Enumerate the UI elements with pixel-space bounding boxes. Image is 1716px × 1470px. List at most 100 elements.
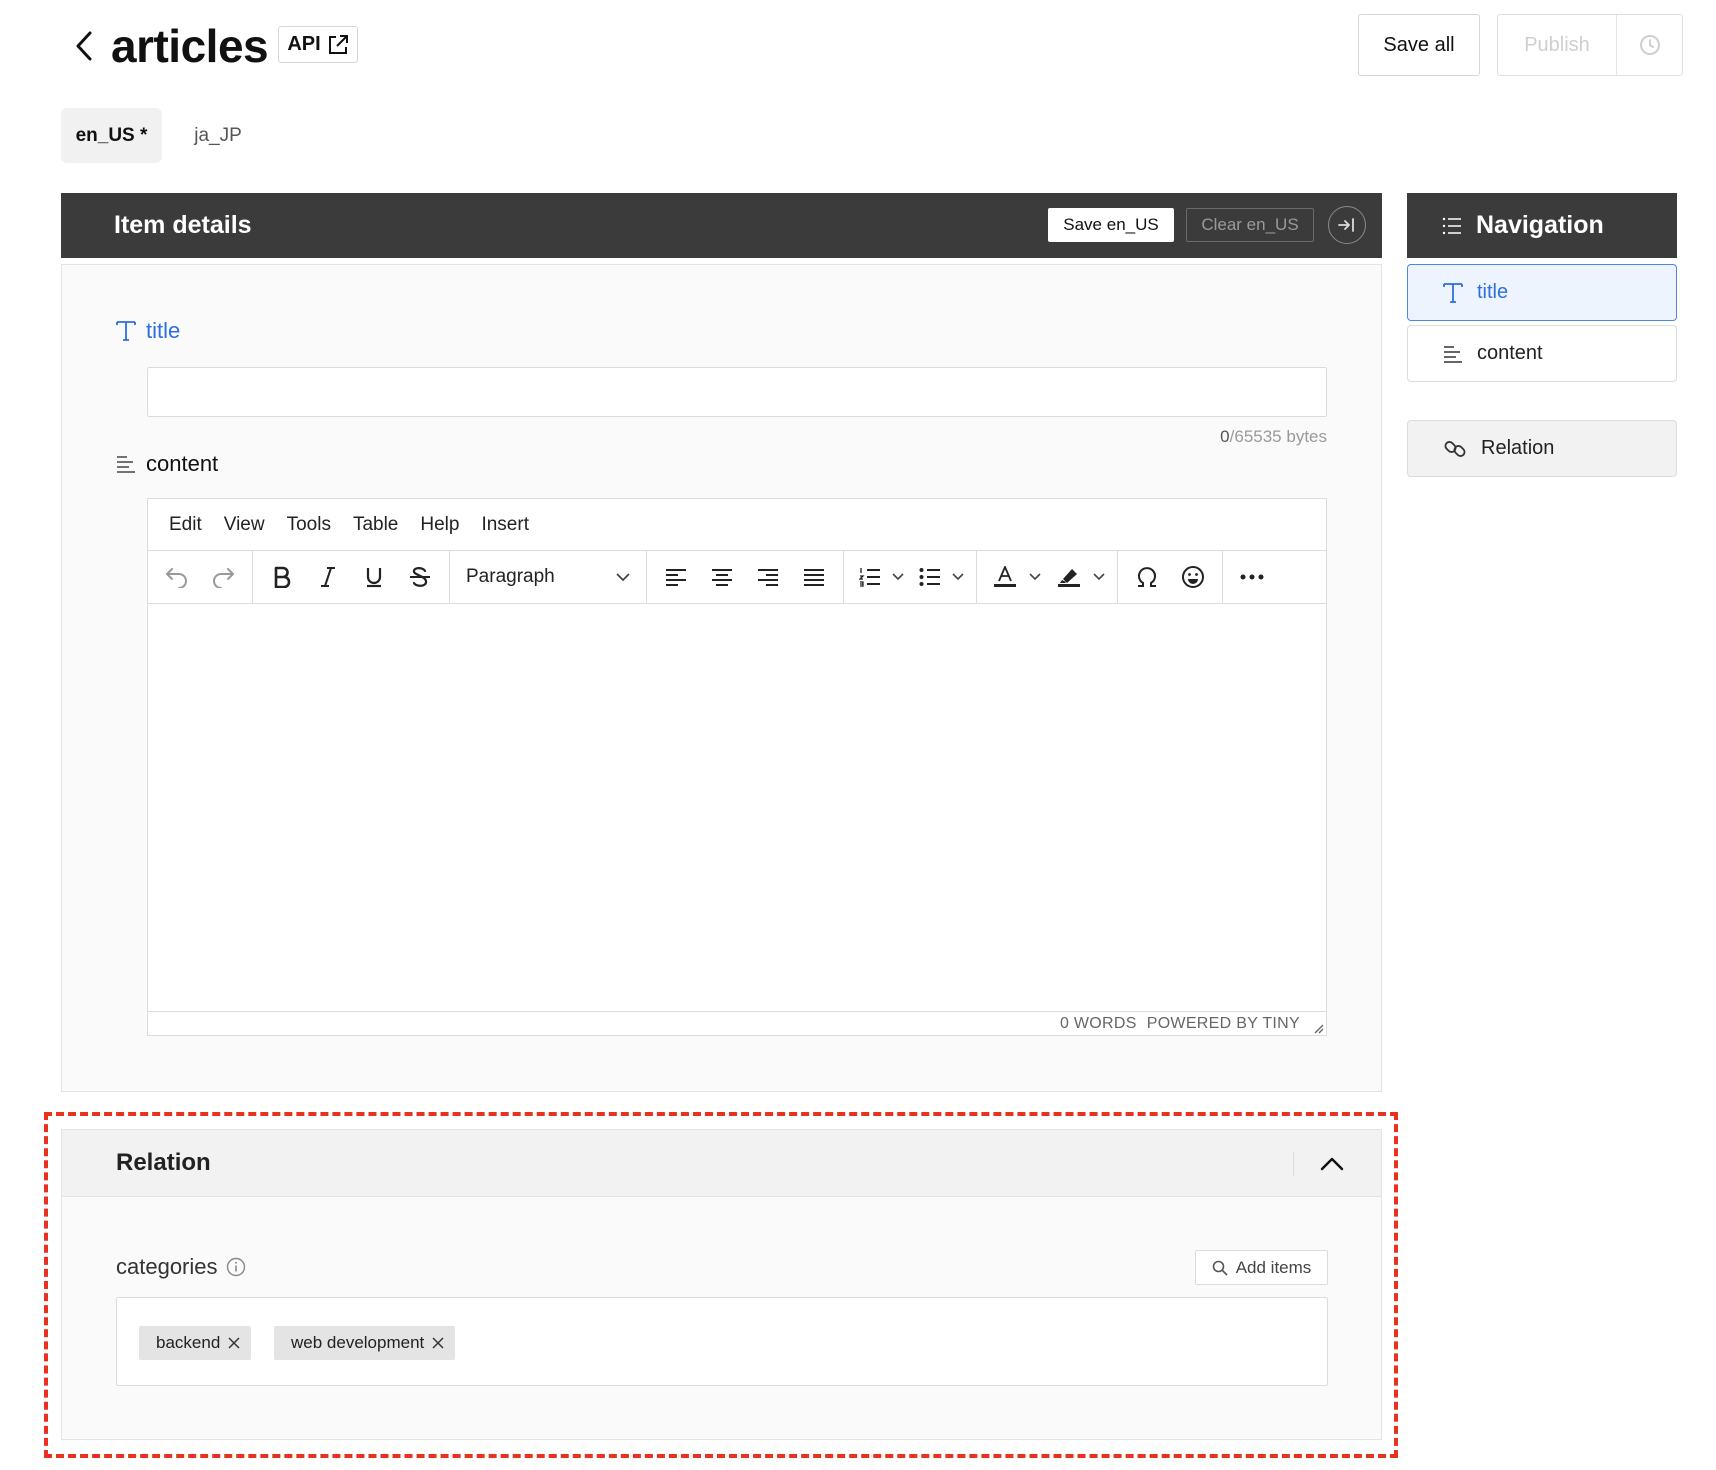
bold-icon — [274, 566, 291, 588]
omega-icon — [1138, 567, 1156, 587]
clear-locale-button[interactable]: Clear en_US — [1186, 208, 1314, 242]
relation-collapse-button[interactable] — [1312, 1144, 1352, 1184]
bullet-list-main[interactable] — [912, 557, 948, 597]
editor-content-area[interactable] — [148, 604, 1326, 1011]
menu-tools[interactable]: Tools — [276, 514, 342, 536]
special-character-button[interactable] — [1124, 557, 1170, 597]
numbered-list-main[interactable] — [852, 557, 888, 597]
redo-icon — [213, 568, 234, 588]
info-icon[interactable] — [226, 1257, 246, 1277]
byte-counter: 0/65535 bytes — [1180, 427, 1327, 447]
chevron-down-icon — [616, 572, 630, 581]
menu-insert[interactable]: Insert — [470, 514, 540, 536]
italic-button[interactable] — [305, 557, 351, 597]
tab-locale-ja-jp[interactable]: ja_JP — [178, 108, 258, 163]
numbered-list-dropdown[interactable] — [888, 557, 908, 597]
tag-remove-button[interactable] — [432, 1337, 444, 1349]
strikethrough-icon — [410, 567, 430, 587]
categories-tags-box: backend web development — [116, 1297, 1328, 1386]
text-type-icon — [1443, 282, 1463, 303]
redo-button[interactable] — [200, 557, 246, 597]
chevron-down-icon — [892, 573, 904, 581]
arrow-to-right-icon — [1338, 218, 1354, 232]
strikethrough-button[interactable] — [397, 557, 443, 597]
undo-button[interactable] — [154, 557, 200, 597]
title-input[interactable] — [147, 367, 1327, 417]
close-icon — [228, 1337, 240, 1349]
block-format-select[interactable]: Paragraph — [456, 557, 640, 597]
bullet-list-icon — [919, 568, 940, 586]
align-center-icon — [712, 569, 732, 586]
menu-table[interactable]: Table — [342, 514, 409, 536]
nav-item-title-label: title — [1477, 281, 1509, 303]
schedule-button[interactable] — [1617, 15, 1682, 75]
bullet-list-dropdown[interactable] — [948, 557, 968, 597]
align-justify-button[interactable] — [791, 557, 837, 597]
text-color-dropdown[interactable] — [1025, 557, 1045, 597]
publish-group: Publish — [1497, 14, 1683, 76]
highlight-color-main[interactable] — [1049, 557, 1089, 597]
underline-button[interactable] — [351, 557, 397, 597]
link-icon — [1444, 440, 1466, 457]
menu-view[interactable]: View — [213, 514, 276, 536]
add-items-label: Add items — [1235, 1257, 1312, 1277]
editor-menubar: Edit View Tools Table Help Insert — [148, 499, 1326, 551]
block-format-value: Paragraph — [466, 566, 555, 587]
nav-item-content[interactable]: content — [1407, 325, 1677, 382]
align-left-button[interactable] — [653, 557, 699, 597]
api-button[interactable]: API — [278, 26, 358, 63]
rich-text-icon — [117, 456, 135, 473]
bytes-used: 0 — [1220, 427, 1230, 446]
collapse-sidebar-button[interactable] — [1328, 206, 1366, 244]
save-locale-button[interactable]: Save en_US — [1048, 208, 1174, 242]
nav-item-title[interactable]: title — [1407, 264, 1677, 321]
relation-header: Relation — [62, 1130, 1381, 1197]
tab-locale-en-us[interactable]: en_US * — [61, 108, 162, 163]
relation-title: Relation — [116, 1149, 211, 1176]
content-field-label: content — [116, 451, 218, 477]
categories-label: categories — [116, 1254, 246, 1280]
navigation-title: Navigation — [1476, 211, 1604, 239]
nav-item-relation[interactable]: Relation — [1407, 420, 1677, 477]
align-center-button[interactable] — [699, 557, 745, 597]
editor-resize-handle[interactable] — [1312, 1022, 1324, 1034]
chevron-down-icon — [952, 573, 964, 581]
tag-label: backend — [156, 1333, 221, 1352]
text-type-icon — [116, 321, 136, 341]
rich-text-icon — [1444, 345, 1462, 363]
external-link-icon — [328, 34, 348, 54]
menu-help[interactable]: Help — [409, 514, 470, 536]
numbered-list-icon — [859, 568, 880, 587]
publish-button[interactable]: Publish — [1498, 15, 1617, 75]
nav-item-content-label: content — [1477, 342, 1543, 364]
add-items-button[interactable]: Add items — [1195, 1250, 1328, 1285]
more-options-button[interactable] — [1229, 557, 1275, 597]
close-icon — [432, 1337, 444, 1349]
bullet-list-button[interactable] — [910, 557, 970, 597]
editor-toolbar: Paragraph — [148, 551, 1326, 604]
emoji-button[interactable] — [1170, 557, 1216, 597]
relation-panel: Relation categories Add items backend we… — [61, 1129, 1382, 1440]
powered-by-link[interactable]: POWERED BY TINY — [1147, 1015, 1300, 1033]
align-right-button[interactable] — [745, 557, 791, 597]
text-color-main[interactable] — [985, 557, 1025, 597]
relation-header-divider — [1293, 1152, 1294, 1176]
search-icon — [1212, 1260, 1228, 1276]
item-details-title: Item details — [114, 211, 252, 239]
resize-icon — [1314, 1024, 1324, 1034]
chevron-left-icon — [76, 31, 92, 61]
clock-icon — [1639, 35, 1660, 55]
menu-edit[interactable]: Edit — [158, 514, 213, 536]
save-all-button[interactable]: Save all — [1358, 14, 1480, 76]
numbered-list-button[interactable] — [850, 557, 910, 597]
text-color-button[interactable] — [983, 557, 1047, 597]
highlight-color-button[interactable] — [1047, 557, 1111, 597]
page-title: articles — [111, 20, 269, 72]
block-format-group: Paragraph — [450, 551, 647, 603]
bold-button[interactable] — [259, 557, 305, 597]
align-right-icon — [758, 569, 778, 586]
tag-remove-button[interactable] — [228, 1337, 240, 1349]
api-label: API — [287, 33, 321, 55]
back-button[interactable] — [66, 24, 102, 68]
highlight-color-dropdown[interactable] — [1089, 557, 1109, 597]
